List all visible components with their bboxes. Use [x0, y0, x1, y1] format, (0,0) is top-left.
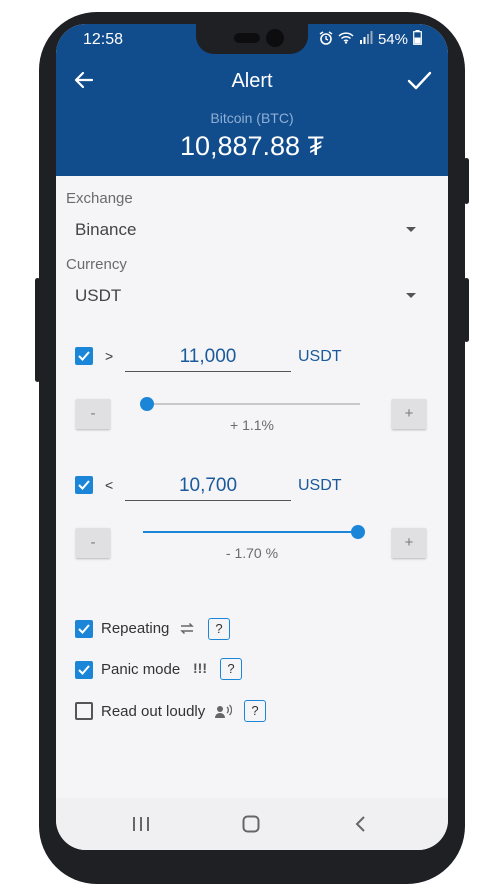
camera-notch	[196, 24, 308, 54]
speaker-icon	[214, 704, 233, 724]
app-bar: Alert Bitcoin (BTC) 10,887.88 ₮	[56, 56, 448, 176]
alert-below-unit: USDT	[298, 477, 342, 494]
exchange-label: Exchange	[66, 190, 133, 207]
alert-above-minus-button[interactable]: -	[76, 399, 110, 429]
alert-below-slider-thumb[interactable]	[350, 525, 365, 539]
coin-price: 10,887.88 ₮	[179, 131, 325, 161]
battery-icon	[413, 30, 422, 49]
status-time: 12:58	[83, 31, 124, 48]
currency-value[interactable]: USDT	[75, 286, 121, 306]
currency-label: Currency	[66, 256, 127, 273]
repeating-label[interactable]: Repeating	[101, 620, 169, 637]
alert-below-operator: <	[105, 477, 114, 493]
read-out-loudly-help-button[interactable]: ?	[244, 700, 266, 722]
exchange-dropdown-icon[interactable]	[406, 227, 416, 232]
alert-below-checkbox[interactable]	[75, 476, 93, 494]
confirm-check-icon[interactable]	[406, 68, 432, 94]
alert-below-percent: - 1.70 %	[225, 545, 279, 561]
coin-name: Bitcoin (BTC)	[210, 110, 294, 126]
panic-mode-help-button[interactable]: ?	[220, 658, 242, 680]
back-nav-icon[interactable]	[354, 815, 366, 833]
alert-below-slider-fill	[143, 531, 358, 533]
alert-below-minus-button[interactable]: -	[76, 528, 110, 558]
alert-below-value-input[interactable]: 10,700	[125, 475, 291, 497]
side-button	[464, 278, 469, 342]
panic-mode-checkbox[interactable]	[75, 661, 93, 679]
battery-percent: 54%	[377, 31, 408, 48]
alert-above-checkbox[interactable]	[75, 347, 93, 365]
alert-above-operator: >	[105, 348, 114, 364]
alert-above-plus-button[interactable]: +	[392, 399, 426, 429]
exchange-value[interactable]: Binance	[75, 220, 136, 240]
alert-above-value-input[interactable]: 11,000	[125, 346, 291, 368]
alert-above-unit: USDT	[298, 348, 342, 365]
repeating-help-button[interactable]: ?	[208, 618, 230, 640]
wifi-icon	[338, 31, 354, 48]
alert-above-percent: + 1.1%	[230, 417, 274, 433]
app-screen: 12:58 54% Alert Bitcoin (BTC) 10,887.88 …	[56, 24, 448, 850]
alert-above-slider-track[interactable]	[143, 403, 360, 405]
repeating-checkbox[interactable]	[75, 620, 93, 638]
recent-apps-icon[interactable]	[132, 816, 150, 832]
home-icon[interactable]	[242, 815, 260, 833]
read-out-loudly-label[interactable]: Read out loudly	[101, 703, 205, 720]
page-title: Alert	[231, 70, 273, 92]
currency-dropdown-icon[interactable]	[406, 293, 416, 298]
signal-icon	[359, 30, 373, 49]
panic-mode-label[interactable]: Panic mode	[101, 661, 180, 678]
read-out-loudly-checkbox[interactable]	[75, 702, 93, 720]
alarm-icon	[319, 30, 333, 49]
power-button	[464, 158, 469, 204]
exclamation-icon: !!!	[193, 660, 207, 676]
system-nav-bar	[56, 798, 448, 850]
alert-below-plus-button[interactable]: +	[392, 528, 426, 558]
repeat-icon	[179, 621, 195, 641]
alert-above-slider-thumb[interactable]	[140, 397, 155, 411]
volume-button	[35, 278, 40, 382]
